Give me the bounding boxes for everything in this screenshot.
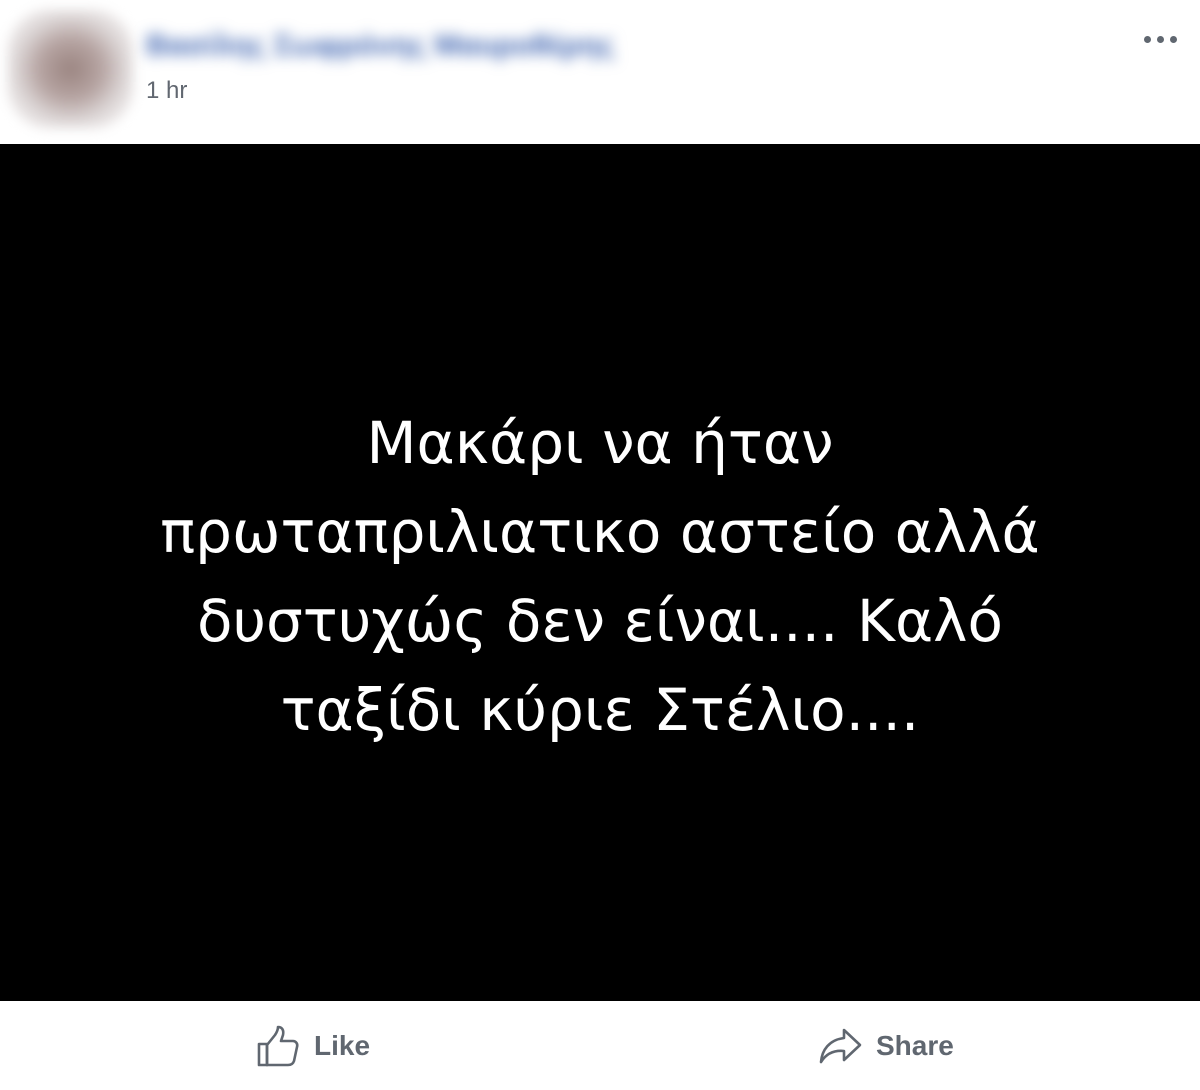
share-arrow-icon <box>819 1028 862 1064</box>
post-message-line: πρωταπριλιατικο αστείο αλλά <box>160 498 1040 566</box>
like-button[interactable]: Like <box>256 1023 370 1069</box>
post-message-line: ταξίδι κύριε Στέλιο.... <box>280 676 920 744</box>
post-action-bar: Like Share <box>0 1001 1200 1090</box>
more-options-icon <box>1157 36 1164 43</box>
share-label: Share <box>876 1030 954 1061</box>
more-options-icon <box>1144 36 1151 43</box>
share-button[interactable]: Share <box>818 1023 954 1069</box>
like-label: Like <box>314 1030 371 1061</box>
post-message: Μακάρι να ήταν πρωταπριλιατικο αστείο αλ… <box>40 399 1160 755</box>
more-options-icon <box>1170 36 1177 43</box>
author-avatar[interactable] <box>8 10 133 128</box>
post-message-line: Μακάρι να ήταν <box>366 409 834 477</box>
author-name[interactable]: Βασίλης Σωφρόνης Μαυροθέρης <box>146 30 676 62</box>
post-text-image[interactable]: Μακάρι να ήταν πρωταπριλιατικο αστείο αλ… <box>0 144 1200 1001</box>
post-message-line: δυστυχώς δεν είναι.... Καλό <box>197 587 1003 655</box>
facebook-post: Βασίλης Σωφρόνης Μαυροθέρης 1 hr Μακάρι … <box>0 0 1200 1090</box>
post-header: Βασίλης Σωφρόνης Μαυροθέρης 1 hr <box>0 0 1200 144</box>
thumbs-up-icon <box>257 1025 299 1067</box>
post-timestamp[interactable]: 1 hr <box>146 76 187 106</box>
more-options-button[interactable] <box>1138 22 1184 56</box>
